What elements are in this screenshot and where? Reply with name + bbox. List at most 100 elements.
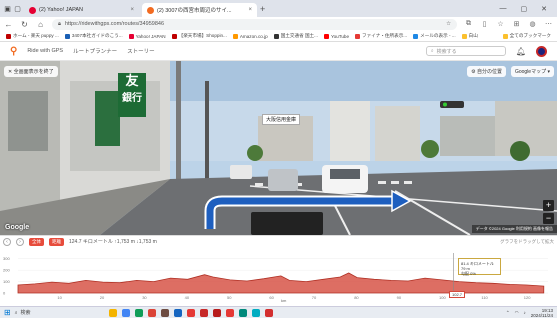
tab-strip: ▣ ▢ (2) Yahoo! JAPAN × (2) 3007の西宮市周辺のサイ… [0, 0, 557, 17]
expand-icon[interactable]: › [16, 237, 24, 246]
bookmark-icon [64, 33, 70, 39]
window-controls: — ▢ ✕ [500, 5, 554, 13]
bookmark-icon [6, 33, 11, 39]
elevation-panel: ‹ › 全体 距離 124.7 キロメートル ↑1,753 m ↓1,753 m… [0, 235, 557, 306]
tab-label: (2) 3007の西宮市周辺のサイ... [157, 8, 232, 14]
nav-stories[interactable]: ストーリー [127, 47, 155, 55]
split-icon[interactable]: ▯ [480, 20, 489, 28]
x-tick-label: 40 [185, 295, 190, 300]
close-window-icon[interactable]: ✕ [541, 5, 547, 13]
distance-button[interactable]: 距離 [49, 237, 64, 246]
bookmark-item[interactable]: ファイナ・住所表示... [355, 33, 407, 39]
my-location-button[interactable]: ⚙ 自分の位置 [467, 66, 506, 77]
map-type-select[interactable]: Googleマップ ▾ [510, 66, 554, 77]
address-bar[interactable]: 🔒︎ https://ridewithgps.com/routes/349598… [52, 18, 457, 30]
windows-taskbar: ⊞ ⌕ 検索 ⌃ ◠ ♪ 19:13 2024/11/24 [0, 306, 557, 318]
home-icon[interactable]: ⌂ [36, 20, 45, 29]
chevron-up-icon[interactable]: ⌃ [506, 310, 510, 316]
elevation-toolbar: ‹ › 全体 距離 124.7 キロメートル ↑1,753 m ↓1,753 m… [0, 236, 557, 247]
bookmark-item[interactable]: 白山 [461, 33, 478, 39]
tab-ridewithgps[interactable]: (2) 3007の西宮市周辺のサイ... × [142, 3, 257, 17]
all-bookmarks-button[interactable]: 全てのブックマーク [502, 33, 551, 39]
shop-sign: 友 銀行 [118, 73, 146, 117]
y-tick-label: 300 [3, 256, 10, 261]
notifications-icon[interactable]: 🔔︎ [516, 47, 526, 56]
building-sign: 大阪信用金庫 [262, 114, 301, 125]
back-icon[interactable]: ← [4, 20, 13, 29]
bookmark-icon [355, 33, 361, 39]
zoom-in-button[interactable]: + [543, 200, 554, 211]
mini-map[interactable] [251, 212, 323, 235]
taskbar-app-icon[interactable] [212, 308, 221, 317]
bookmark-icon [413, 33, 419, 39]
taskbar-app-icon[interactable] [225, 308, 234, 317]
x-tick-label: 10 [57, 295, 62, 300]
elevation-chart[interactable]: 300 200 100 0 10 20 30 40 50 60 70 80 90 100 110 120 [0, 247, 557, 307]
taskbar-app-icon[interactable] [199, 308, 208, 317]
x-tick-label: 50 [227, 295, 232, 300]
clock[interactable]: 19:13 2024/11/24 [531, 308, 553, 318]
taskbar-apps [108, 308, 273, 317]
site-search-input[interactable]: ⌕ 検索する [425, 46, 506, 56]
extensions-icon[interactable]: ⧉ [464, 20, 473, 28]
taskbar-app-icon[interactable] [173, 308, 182, 317]
bookmark-item[interactable]: Yahoo! JAPAN [128, 33, 166, 39]
bookmark-item[interactable]: 国土交通省 国土... [273, 33, 318, 39]
x-tick-label: 110 [481, 295, 488, 300]
full-view-button[interactable]: 全体 [29, 237, 44, 246]
taskbar-search[interactable]: ⌕ 検索 [15, 309, 65, 317]
close-tab-icon[interactable]: × [130, 7, 134, 13]
lock-icon: 🔒︎ [58, 20, 61, 27]
maximize-icon[interactable]: ▢ [521, 5, 528, 13]
volume-icon[interactable]: ♪ [524, 310, 526, 315]
x-unit-label: km [281, 298, 287, 303]
reload-icon[interactable]: ↻ [20, 20, 29, 29]
y-tick-label: 0 [3, 291, 6, 296]
folder-icon [502, 33, 508, 39]
taskbar-app-icon[interactable] [238, 308, 247, 317]
more-icon[interactable]: ⋯ [544, 20, 553, 28]
site-header: ⚲ Ride with GPS ルートプランナー ストーリー ⌕ 検索する 🔔︎ [0, 42, 557, 61]
bookmark-item[interactable]: 【楽天市場】Shoppin... [171, 33, 227, 39]
taskbar-app-icon[interactable] [108, 308, 117, 317]
avatar[interactable] [536, 45, 547, 57]
ridewithgps-logo-icon[interactable]: ⚲ [10, 46, 17, 57]
zoom-out-button[interactable]: − [543, 213, 554, 224]
search-icon: ⌕ [430, 48, 434, 54]
collections-icon[interactable]: ⊞ [512, 20, 521, 28]
taskbar-app-icon[interactable] [134, 308, 143, 317]
taskbar-app-icon[interactable] [160, 308, 169, 317]
taskbar-app-icon[interactable] [251, 308, 260, 317]
nav-route-planner[interactable]: ルートプランナー [73, 47, 117, 55]
bookmark-item[interactable]: YouTube [323, 33, 349, 39]
profile-icon[interactable]: ◍ [528, 20, 537, 28]
taskbar-app-icon[interactable] [264, 308, 273, 317]
wifi-icon[interactable]: ◠ [515, 310, 519, 316]
chevron-down-icon: ▾ [546, 69, 550, 75]
x-tick-label: 20 [100, 295, 105, 300]
window-menu-icon[interactable]: ▣ [4, 5, 11, 13]
exit-fullscreen-button[interactable]: ✕ 全画面表示を終了 [4, 66, 58, 77]
bookmark-item[interactable]: メールの表示 - ... [413, 33, 456, 39]
windows-start-icon[interactable]: ⊞ [4, 308, 11, 317]
ridewithgps-favicon-icon [147, 6, 154, 14]
new-tab-button[interactable]: + [260, 4, 265, 14]
collapse-icon[interactable]: ‹ [3, 237, 11, 246]
close-tab-icon[interactable]: × [248, 7, 252, 13]
taskbar-app-icon[interactable] [186, 308, 195, 317]
minimize-icon[interactable]: — [500, 5, 507, 12]
google-logo: Google [5, 224, 30, 231]
bookmark-item[interactable]: ホーム - 楽天 puppy ... [6, 33, 59, 39]
nav-home[interactable]: Ride with GPS [27, 48, 63, 54]
star-icon[interactable]: ☆ [446, 21, 451, 27]
bookmark-item[interactable]: 3407本社ガイドのこう... [64, 33, 123, 39]
taskbar-app-icon[interactable] [121, 308, 130, 317]
tab-list-icon[interactable]: ▢ [14, 5, 21, 13]
x-tick-label: 80 [354, 295, 359, 300]
taskbar-app-icon[interactable] [147, 308, 156, 317]
bookmark-item[interactable]: Amazon.co.jp [232, 33, 268, 39]
tab-yahoo[interactable]: (2) Yahoo! JAPAN × [24, 3, 139, 17]
street-view-panel[interactable]: 友 銀行 大阪信用金庫 ✕ 全画面表示を終了 ⚙ 自分の位置 Googleマップ… [0, 61, 557, 235]
favorites-icon[interactable]: ☆ [496, 20, 505, 28]
marker-label: 102.7 [449, 291, 466, 298]
